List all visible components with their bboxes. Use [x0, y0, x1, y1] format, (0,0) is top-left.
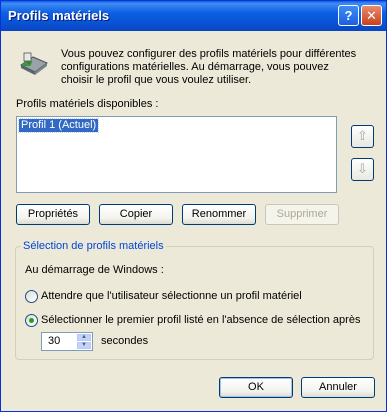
help-button[interactable]: ?: [338, 5, 359, 26]
close-button[interactable]: ✕: [361, 5, 382, 26]
seconds-spinner[interactable]: 30 ▲ ▼: [41, 332, 93, 351]
profiles-listbox[interactable]: Profil 1 (Actuel): [16, 116, 337, 193]
option-wait-label[interactable]: Attendre que l'utilisateur sélectionne u…: [41, 290, 302, 302]
radio-wait-for-user[interactable]: [25, 290, 38, 303]
spin-down-icon[interactable]: ▼: [77, 342, 91, 349]
properties-button[interactable]: Propriétés: [16, 204, 90, 225]
profils-materiels-dialog: Profils matériels ? ✕ Vous pouvez config…: [0, 0, 387, 412]
radio-selected-dot: [29, 318, 34, 323]
move-down-button[interactable]: ⇩: [351, 158, 374, 181]
rename-button[interactable]: Renommer: [182, 204, 256, 225]
radio-select-first[interactable]: [25, 314, 38, 327]
spin-up-icon[interactable]: ▲: [77, 334, 91, 341]
list-item-profile-1[interactable]: Profil 1 (Actuel): [17, 118, 100, 133]
move-up-button[interactable]: ⇧: [351, 125, 374, 148]
seconds-label: secondes: [101, 335, 149, 347]
option-first-label[interactable]: Sélectionner le premier profil listé en …: [41, 314, 360, 326]
dialog-title: Profils matériels: [8, 8, 110, 23]
ok-button[interactable]: OK: [219, 377, 293, 398]
startup-label: Au démarrage de Windows :: [25, 264, 164, 276]
available-profiles-label: Profils matériels disponibles :: [16, 98, 159, 110]
arrow-up-icon: ⇧: [357, 128, 368, 143]
group-title: Sélection de profils matériels: [21, 240, 166, 252]
copy-button[interactable]: Copier: [99, 204, 173, 225]
arrow-down-icon: ⇩: [357, 161, 368, 176]
delete-button[interactable]: Supprimer: [265, 204, 339, 225]
hardware-profile-icon: [20, 52, 48, 75]
title-bar[interactable]: Profils matériels ? ✕: [1, 1, 386, 31]
info-description: Vous pouvez configurer des profils matér…: [61, 48, 357, 86]
seconds-value[interactable]: 30: [48, 335, 60, 347]
cancel-button[interactable]: Annuler: [301, 377, 375, 398]
spinner-buttons: ▲ ▼: [77, 334, 91, 349]
